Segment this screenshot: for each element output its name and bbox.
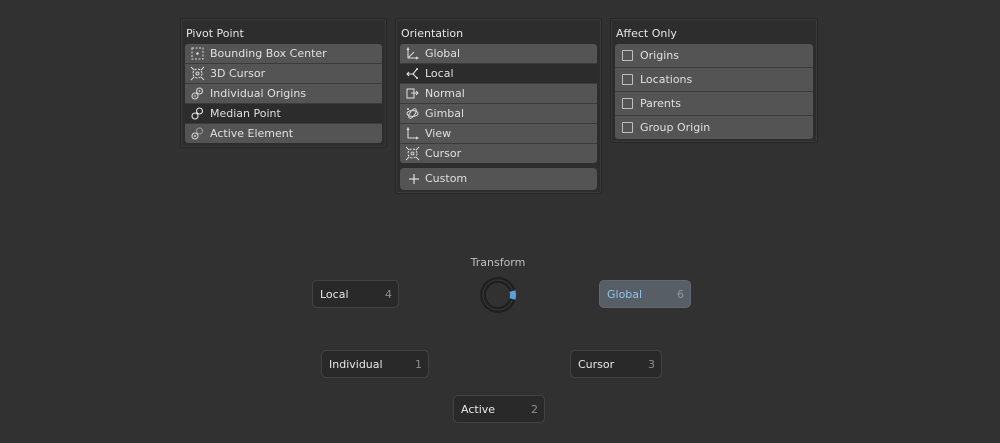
affect-only-list: Origins Locations Parents Group Origin [615,44,813,139]
pie-button-number: 6 [677,288,684,301]
orientation-item-label: Normal [425,87,465,100]
pivot-point-list: Bounding Box Center 3D Cursor Individual… [185,44,382,143]
3d-cursor-icon [190,66,205,81]
affect-only-group-origin[interactable]: Group Origin [615,115,813,139]
pie-button-label: Individual [329,358,383,371]
pie-button-local[interactable]: Local 4 [312,280,399,308]
pivot-item-label: Active Element [210,127,294,140]
pie-button-number: 1 [415,358,422,371]
group-origin-checkbox[interactable] [622,122,633,133]
checkbox-label: Parents [640,97,681,110]
pie-button-label: Local [320,288,349,301]
canvas: Pivot Point Bounding Box Center 3D Curso… [0,0,1000,443]
orientation-item-label: Local [425,67,454,80]
orientation-item-label: Gimbal [425,107,465,120]
orientation-item-global[interactable]: Global [400,44,597,63]
normal-axis-icon [405,86,420,101]
bounding-box-center-icon [190,46,205,61]
pie-button-label: Active [461,403,496,416]
custom-orientation-button[interactable]: Custom [400,168,597,190]
locations-checkbox[interactable] [622,74,633,85]
median-point-icon [190,106,205,121]
pivot-point-title: Pivot Point [186,27,244,40]
pivot-item-bounding-box-center[interactable]: Bounding Box Center [185,44,382,63]
affect-only-locations[interactable]: Locations [615,67,813,91]
pivot-item-label: Bounding Box Center [210,47,327,60]
orientation-list: Global Local Normal Gimbal View Cursor [400,44,597,163]
parents-checkbox[interactable] [622,98,633,109]
pie-direction-ring-icon [479,276,517,314]
pivot-item-label: Median Point [210,107,281,120]
affect-only-title: Affect Only [616,27,677,40]
orientation-item-gimbal[interactable]: Gimbal [400,103,597,123]
checkbox-label: Locations [640,73,693,86]
pie-button-global[interactable]: Global 6 [599,280,691,308]
pie-button-cursor[interactable]: Cursor 3 [570,350,662,378]
orientation-item-view[interactable]: View [400,123,597,143]
pivot-item-3d-cursor[interactable]: 3D Cursor [185,63,382,83]
individual-origins-icon [190,86,205,101]
checkbox-label: Origins [640,49,679,62]
cursor-axis-icon [405,146,420,161]
pie-button-individual[interactable]: Individual 1 [321,350,429,378]
orientation-item-label: View [425,127,452,140]
orientation-panel: Orientation Global Local Normal Gimbal V… [395,18,602,194]
pie-button-label: Global [607,288,643,301]
pie-button-number: 3 [648,358,655,371]
affect-only-parents[interactable]: Parents [615,91,813,115]
orientation-item-label: Global [425,47,461,60]
orientation-item-cursor[interactable]: Cursor [400,143,597,163]
orientation-item-label: Cursor [425,147,462,160]
affect-only-panel: Affect Only Origins Locations Parents Gr… [610,18,818,143]
pie-button-number: 4 [385,288,392,301]
orientation-title: Orientation [401,27,464,40]
pivot-item-individual-origins[interactable]: Individual Origins [185,83,382,103]
pie-button-active[interactable]: Active 2 [453,395,545,423]
pivot-item-median-point[interactable]: Median Point [185,103,382,123]
origins-checkbox[interactable] [622,50,633,61]
pivot-item-label: Individual Origins [210,87,307,100]
affect-only-origins[interactable]: Origins [615,44,813,67]
pivot-item-label: 3D Cursor [210,67,266,80]
active-element-icon [190,126,205,141]
pivot-point-panel: Pivot Point Bounding Box Center 3D Curso… [180,18,387,148]
global-axis-icon [405,46,420,61]
view-axis-icon [405,126,420,141]
pivot-item-active-element[interactable]: Active Element [185,123,382,143]
orientation-item-normal[interactable]: Normal [400,83,597,103]
plus-icon [407,172,421,186]
orientation-item-local[interactable]: Local [400,63,597,83]
pie-menu-title: Transform [470,256,526,269]
custom-label: Custom [425,172,468,185]
pie-button-label: Cursor [578,358,615,371]
checkbox-label: Group Origin [640,121,711,134]
local-axis-icon [405,66,420,81]
gimbal-icon [405,106,420,121]
pie-button-number: 2 [531,403,538,416]
